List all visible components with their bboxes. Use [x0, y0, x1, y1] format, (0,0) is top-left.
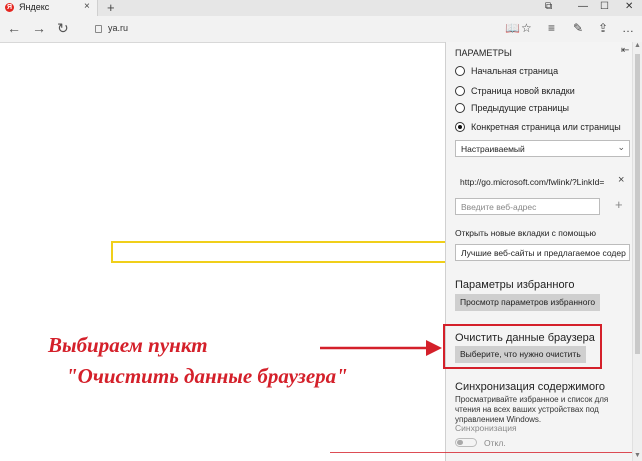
settings-scrollbar[interactable]: ▲ ▼	[632, 42, 642, 461]
highlight-box	[443, 324, 602, 369]
annotation-underline	[330, 452, 632, 453]
radio-start-page[interactable]	[455, 66, 465, 76]
new-tab-icon[interactable]: +	[107, 0, 115, 15]
web-address-placeholder: Введите веб-адрес	[461, 202, 537, 212]
hub-icon[interactable]: ≡	[548, 21, 555, 35]
remove-page-icon[interactable]: ×	[618, 174, 624, 186]
share-icon[interactable]: ⇪	[598, 21, 608, 35]
settings-panel: ПАРАМЕТРЫ ⇤ Начальная страница Страница …	[445, 42, 633, 461]
favorite-star-icon[interactable]: ☆	[521, 21, 532, 35]
radio-label: Страница новой вкладки	[471, 86, 575, 96]
web-address-input[interactable]: Введите веб-адрес	[455, 198, 600, 215]
tab-title: Яндекс	[19, 2, 50, 12]
close-window-icon[interactable]: ✕	[625, 1, 633, 12]
arrow-head	[426, 340, 442, 356]
address-bar: ← → ↻ ya.ru 📖 ☆ ≡ ✎ ⇪ …	[0, 16, 642, 43]
sync-heading: Синхронизация содержимого	[455, 381, 605, 393]
back-icon[interactable]: ←	[7, 20, 21, 36]
radio-previous-pages[interactable]	[455, 103, 465, 113]
tab-yandex[interactable]: Я Яндекс ×	[0, 0, 98, 16]
radio-new-tab-page[interactable]	[455, 86, 465, 96]
forward-icon[interactable]: →	[32, 20, 46, 36]
select-value: Настраиваемый	[461, 144, 525, 154]
toggle-knob	[457, 440, 463, 445]
more-icon[interactable]: …	[622, 21, 634, 35]
sync-toggle[interactable]	[455, 438, 477, 447]
annotation-line1: Выбираем пункт	[48, 333, 208, 357]
favorites-heading: Параметры избранного	[455, 279, 575, 291]
chevron-down-icon: ⌄	[617, 142, 625, 152]
settings-title: ПАРАМЕТРЫ	[455, 48, 512, 58]
annotation-line2: "Очистить данные браузера"	[66, 364, 348, 388]
scroll-down-icon[interactable]: ▼	[634, 452, 641, 459]
yandex-search-input[interactable]	[111, 241, 446, 263]
page-type-select[interactable]: Настраиваемый ⌄	[455, 140, 630, 157]
web-note-icon[interactable]: ✎	[573, 21, 583, 35]
view-favorites-settings-button[interactable]: Просмотр параметров избранного	[455, 294, 601, 311]
scrollbar-thumb[interactable]	[635, 54, 640, 354]
url-field[interactable]: ya.ru	[108, 23, 128, 33]
sync-label: Синхронизация	[455, 423, 517, 433]
add-page-icon[interactable]: +	[615, 197, 623, 212]
sync-description: Просматривайте избранное и список для чт…	[455, 395, 609, 424]
select-value: Лучшие веб-сайты и предлагаемое содер	[461, 248, 626, 258]
sync-toggle-state: Откл.	[484, 438, 506, 448]
close-tab-icon[interactable]: ×	[84, 1, 90, 12]
minimize-icon[interactable]: —	[578, 1, 588, 12]
pin-panel-icon[interactable]: ⇤	[621, 45, 629, 56]
reading-view-icon[interactable]: 📖	[505, 21, 520, 35]
radio-specific-pages[interactable]	[455, 122, 465, 132]
radio-label: Предыдущие страницы	[471, 103, 569, 113]
new-tabs-label: Открыть новые вкладки с помощью	[455, 228, 596, 238]
new-tabs-select[interactable]: Лучшие веб-сайты и предлагаемое содер	[455, 244, 630, 261]
maximize-icon[interactable]: ☐	[600, 1, 609, 12]
radio-label: Конкретная страница или страницы	[471, 122, 621, 132]
refresh-icon[interactable]: ↻	[57, 20, 69, 37]
scroll-up-icon[interactable]: ▲	[634, 42, 641, 49]
custom-page-url: http://go.microsoft.com/fwlink/?LinkId=	[460, 177, 605, 187]
annotation-arrow	[320, 340, 442, 356]
tab-bar: Я Яндекс × + ⧉ — ☐ ✕	[0, 0, 642, 16]
yandex-icon: Я	[5, 3, 14, 12]
page-icon	[95, 25, 102, 33]
radio-label: Начальная страница	[471, 66, 559, 76]
tab-preview-icon[interactable]: ⧉	[545, 1, 552, 12]
